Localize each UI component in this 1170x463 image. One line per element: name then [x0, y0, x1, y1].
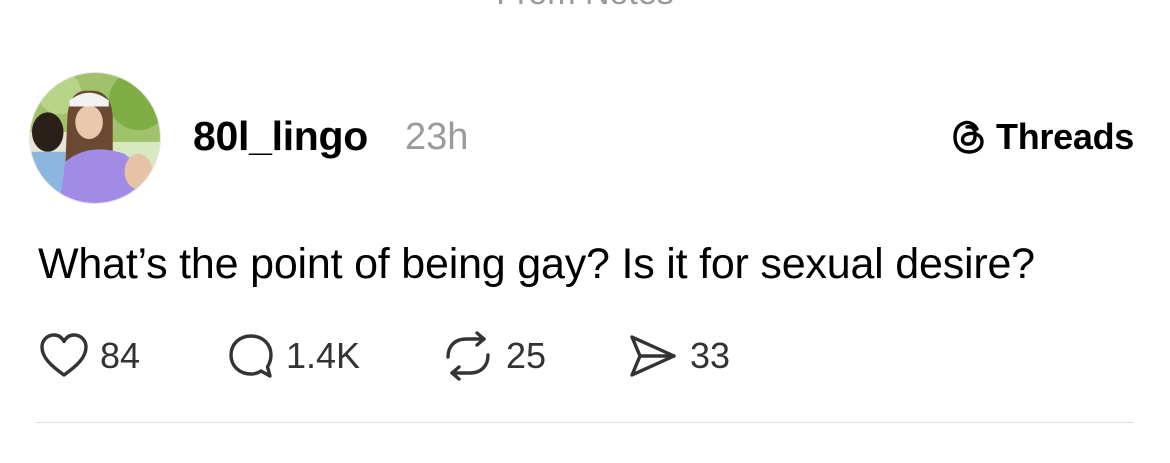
reply-button[interactable]: 1.4K — [226, 328, 360, 384]
post-timestamp: 23h — [405, 116, 469, 158]
avatar[interactable] — [29, 72, 161, 204]
like-button[interactable]: 84 — [38, 328, 140, 384]
avatar-photo — [30, 73, 160, 203]
send-icon — [630, 335, 676, 377]
threads-brand-label: Threads — [996, 116, 1134, 157]
reply-count: 1.4K — [286, 335, 361, 376]
username[interactable]: 80l_lingo — [193, 113, 368, 160]
share-button[interactable]: 33 — [626, 328, 730, 384]
post-text: What’s the point of being gay? Is it for… — [38, 240, 1035, 288]
like-count: 84 — [100, 335, 141, 376]
threads-brand-link[interactable]: Threads — [950, 116, 1134, 158]
reply-bubble-icon — [229, 334, 273, 378]
post-actions: 84 1.4K 25 33 — [0, 328, 1170, 384]
repost-count: 25 — [506, 335, 547, 376]
threads-post-embed: From Notes 80l_lingo 23h Threads — [0, 0, 1170, 463]
divider — [36, 422, 1134, 423]
heart-icon — [40, 333, 88, 377]
clipped-header-text: From Notes — [0, 0, 1170, 13]
share-count: 33 — [690, 335, 731, 376]
repost-icon — [446, 331, 490, 381]
threads-logo-icon — [953, 120, 984, 154]
repost-button[interactable]: 25 — [440, 328, 546, 384]
